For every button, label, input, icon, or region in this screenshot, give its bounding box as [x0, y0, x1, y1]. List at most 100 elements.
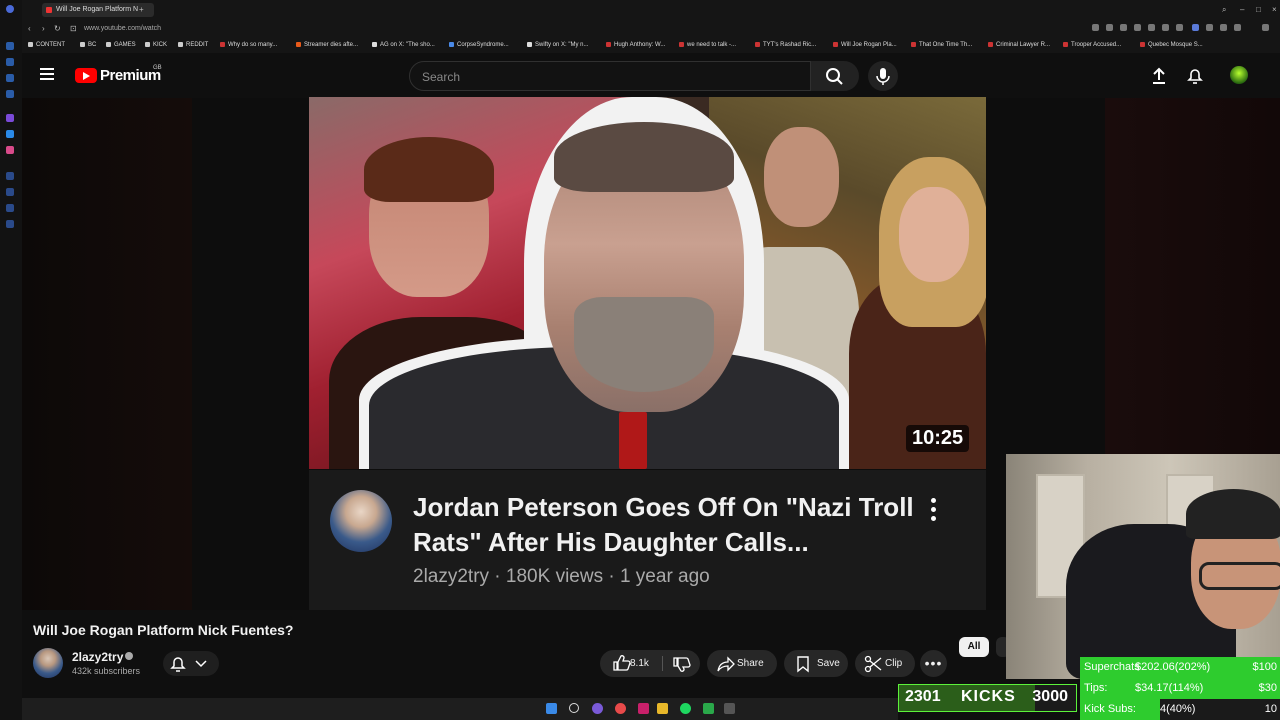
bookmark-item[interactable]: AG on X: "The sho... — [372, 40, 435, 50]
avatar[interactable] — [33, 648, 63, 678]
browser-tab-active[interactable]: Will Joe Rogan Platform N — [42, 3, 154, 17]
extension-icon[interactable] — [1234, 24, 1241, 31]
sidebar-settings-icon[interactable] — [6, 220, 14, 228]
chip-all[interactable]: All — [959, 637, 989, 657]
bookmark-item[interactable]: Criminal Lawyer R... — [988, 40, 1050, 50]
spotify-icon[interactable] — [680, 703, 691, 714]
save-label: Save — [817, 658, 840, 669]
bookmarks-bar: CONTENT BC GAMES KICK REDDIT Why do so m… — [22, 37, 1280, 53]
folder-icon[interactable] — [657, 703, 668, 714]
bookmark-icon — [797, 656, 809, 673]
forward-icon[interactable]: › — [42, 24, 45, 33]
search-input[interactable] — [420, 62, 804, 92]
bookmark-item[interactable]: Streamer dies afte... — [296, 40, 358, 50]
browser-logo-icon[interactable] — [6, 5, 14, 13]
shield-icon[interactable] — [1148, 24, 1155, 31]
recommended-video-title[interactable]: Jordan Peterson Goes Off On "Nazi Troll … — [413, 490, 923, 560]
more-options-icon[interactable] — [931, 498, 937, 525]
sidebar-history-icon[interactable] — [6, 188, 14, 196]
extension-icon[interactable] — [1206, 24, 1213, 31]
youtube-play-icon — [75, 68, 97, 83]
app-icon[interactable] — [724, 703, 735, 714]
channel-avatar[interactable] — [330, 490, 392, 552]
like-divider — [662, 656, 663, 671]
bookmark-item[interactable]: Why do so many... — [220, 40, 277, 50]
bookmark-item[interactable]: Trooper Accused... — [1063, 40, 1121, 50]
sidebar-app-icon[interactable] — [6, 74, 14, 82]
reload-icon[interactable]: ↻ — [54, 24, 61, 33]
extension-icon[interactable] — [1134, 24, 1141, 31]
bookmark-item[interactable]: CorpseSyndrome... — [449, 40, 509, 50]
bookmark-item[interactable]: TYT's Rashad Ric... — [755, 40, 816, 50]
kicks-label: KICKS — [961, 688, 1016, 705]
bookmark-item[interactable]: BC — [80, 40, 96, 50]
sidebar-app-icon[interactable] — [6, 90, 14, 98]
bookmark-item[interactable]: GAMES — [106, 40, 136, 50]
app-icon[interactable] — [638, 703, 649, 714]
windows-start-icon[interactable] — [546, 703, 557, 714]
hamburger-menu-icon[interactable] — [40, 68, 54, 80]
channel-name[interactable]: 2lazy2try — [72, 650, 123, 664]
bookmark-item[interactable]: Hugh Anthony: W... — [606, 40, 665, 50]
end-screen-thumbnail[interactable]: 10:25 — [309, 97, 986, 469]
sidebar-app-icon[interactable] — [6, 204, 14, 212]
close-icon[interactable]: × — [1272, 5, 1277, 14]
bookmark-label: we need to talk -... — [687, 42, 737, 48]
bookmark-item[interactable]: CONTENT — [28, 40, 65, 50]
bookmark-label: KICK — [153, 42, 168, 48]
notifications-button[interactable] — [1185, 66, 1205, 91]
like-count[interactable]: 8.1k — [630, 650, 649, 677]
app-icon[interactable] — [703, 703, 714, 714]
microphone-icon — [876, 68, 890, 85]
end-screen-info[interactable]: Jordan Peterson Goes Off On "Nazi Troll … — [309, 470, 986, 610]
extension-icon[interactable] — [1162, 24, 1169, 31]
url-field[interactable]: www.youtube.com/watch — [84, 22, 161, 35]
browser-icon[interactable] — [615, 703, 626, 714]
voice-search-button[interactable] — [868, 61, 898, 91]
browser-sidebar — [0, 0, 22, 720]
minimize-icon[interactable]: – — [1240, 5, 1244, 14]
upload-icon — [1153, 67, 1165, 84]
bookmark-item[interactable]: Quebec Mosque S... — [1140, 40, 1203, 50]
new-tab-icon[interactable]: + — [139, 5, 144, 14]
share-button[interactable]: Share — [707, 650, 777, 677]
thumbs-down-icon[interactable] — [668, 650, 698, 677]
more-actions-button[interactable]: ••• — [920, 650, 947, 677]
search-button[interactable] — [811, 61, 859, 91]
search-icon[interactable] — [569, 703, 579, 713]
bookmark-item[interactable]: That One Time Th... — [911, 40, 972, 50]
bookmark-item[interactable]: REDDIT — [178, 40, 208, 50]
save-button[interactable]: Save — [784, 650, 848, 677]
player-ambient-left — [22, 98, 192, 610]
extension-icon[interactable] — [1192, 24, 1199, 31]
maximize-icon[interactable]: □ — [1256, 5, 1261, 14]
stat-name: Tips: — [1084, 682, 1108, 694]
like-dislike-group: 8.1k — [600, 650, 700, 677]
app-icon[interactable] — [592, 703, 603, 714]
subscription-notification-button[interactable] — [163, 651, 219, 676]
thumbnail-person-hair — [364, 137, 494, 202]
window-search-icon[interactable]: ⌕ — [1222, 5, 1226, 14]
extension-icon[interactable] — [1220, 24, 1227, 31]
back-icon[interactable]: ‹ — [28, 24, 31, 33]
bookmark-item[interactable]: KICK — [145, 40, 167, 50]
clip-button[interactable]: Clip — [855, 650, 915, 677]
account-avatar[interactable] — [1230, 66, 1248, 84]
heart-icon[interactable] — [1176, 24, 1183, 31]
sidebar-app-icon[interactable] — [6, 58, 14, 66]
sidebar-home-icon[interactable] — [6, 42, 14, 50]
sidebar-messenger-icon[interactable] — [6, 130, 14, 138]
create-button[interactable] — [1149, 66, 1169, 91]
extension-icon[interactable] — [1120, 24, 1127, 31]
sidebar-app-icon[interactable] — [6, 172, 14, 180]
share-icon — [717, 656, 735, 672]
menu-icon[interactable] — [1262, 24, 1269, 31]
ellipsis-icon: ••• — [924, 655, 943, 671]
extension-icon[interactable] — [1106, 24, 1113, 31]
bookmark-item[interactable]: Will Joe Rogan Pla... — [833, 40, 897, 50]
bookmark-item[interactable]: we need to talk -... — [679, 40, 736, 50]
sidebar-instagram-icon[interactable] — [6, 146, 14, 154]
bookmark-item[interactable]: Swifty on X: "My n... — [527, 40, 588, 50]
sidebar-messenger-icon[interactable] — [6, 114, 14, 122]
zoom-icon[interactable] — [1092, 24, 1099, 31]
